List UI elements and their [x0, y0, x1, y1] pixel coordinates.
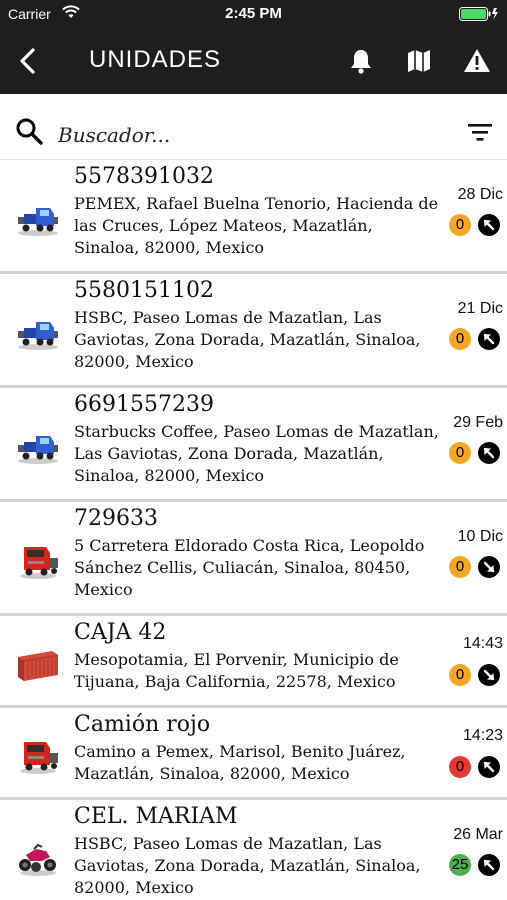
direction-arrow-icon	[478, 854, 500, 876]
direction-arrow-icon	[478, 664, 500, 686]
filter-icon[interactable]	[467, 122, 493, 142]
map-icon[interactable]	[404, 46, 434, 76]
unit-row[interactable]: Camión rojo Camino a Pemex, Marisol, Beni…	[0, 708, 507, 800]
unit-last-update: 10 Dic	[457, 528, 503, 545]
direction-arrow-icon	[478, 442, 500, 464]
unit-last-update: 29 Feb	[453, 414, 503, 431]
unit-row[interactable]: 5580151102 HSBC, Paseo Lomas de Mazatlan,…	[0, 274, 507, 388]
status-bar: Carrier 2:45 PM	[0, 0, 507, 28]
back-chevron-icon[interactable]	[14, 46, 42, 76]
unit-name: CEL. MARIAM	[74, 804, 238, 829]
unit-address: HSBC, Paseo Lomas de Mazatlan, Las Gavio…	[74, 834, 421, 897]
unit-row[interactable]: 5578391032 PEMEX, Rafael Buelna Tenorio, …	[0, 160, 507, 274]
event-count-badge: 0	[449, 328, 471, 350]
search-icon[interactable]	[14, 116, 44, 146]
unit-row[interactable]: CEL. MARIAM HSBC, Paseo Lomas de Mazatlan…	[0, 800, 507, 900]
truck-blue-icon	[16, 202, 60, 238]
unit-last-update: 21 Dic	[457, 300, 503, 317]
unit-last-update: 14:23	[462, 727, 503, 744]
warning-icon[interactable]	[462, 46, 492, 76]
event-count-badge: 0	[449, 556, 471, 578]
direction-arrow-icon	[478, 556, 500, 578]
app-header: UNIDADES	[0, 28, 507, 94]
unit-address: PEMEX, Rafael Buelna Tenorio, Hacienda d…	[74, 194, 439, 257]
bell-icon[interactable]	[346, 46, 376, 76]
direction-arrow-icon	[478, 328, 500, 350]
unit-address: HSBC, Paseo Lomas de Mazatlan, Las Gavio…	[74, 308, 421, 371]
unit-last-update: 26 Mar	[453, 826, 503, 843]
event-count-badge: 25	[449, 854, 471, 876]
unit-name: 6691557239	[74, 392, 214, 417]
truck-blue-icon	[16, 430, 60, 466]
unit-row[interactable]: 729633 5 Carretera Eldorado Costa Rica, L…	[0, 502, 507, 616]
search-bar	[0, 94, 507, 160]
unit-address: 5 Carretera Eldorado Costa Rica, Leopold…	[74, 536, 425, 599]
unit-row[interactable]: CAJA 42 Mesopotamia, El Porvenir, Municip…	[0, 616, 507, 708]
units-list: 5578391032 PEMEX, Rafael Buelna Tenorio, …	[0, 160, 507, 900]
unit-name: CAJA 42	[74, 620, 167, 645]
unit-name: 5580151102	[74, 278, 214, 303]
unit-address: Mesopotamia, El Porvenir, Municipio de T…	[74, 650, 399, 691]
unit-name: Camión rojo	[74, 712, 211, 737]
unit-name: 729633	[74, 506, 158, 531]
truck-blue-icon	[16, 316, 60, 352]
search-input[interactable]	[58, 120, 438, 150]
event-count-badge: 0	[449, 214, 471, 236]
container-icon	[16, 647, 60, 683]
unit-last-update: 14:43	[462, 635, 503, 652]
event-count-badge: 0	[449, 756, 471, 778]
event-count-badge: 0	[449, 442, 471, 464]
truck-red-icon	[16, 739, 60, 775]
event-count-badge: 0	[449, 664, 471, 686]
direction-arrow-icon	[478, 214, 500, 236]
atv-icon	[16, 841, 60, 877]
unit-address: Camino a Pemex, Marisol, Benito Juárez, …	[74, 742, 406, 783]
unit-name: 5578391032	[74, 164, 214, 189]
battery-icon	[459, 7, 498, 21]
unit-address: Starbucks Coffee, Paseo Lomas de Mazatla…	[74, 422, 439, 485]
unit-last-update: 28 Dic	[457, 186, 503, 203]
truck-red-icon	[16, 544, 60, 580]
clock: 2:45 PM	[225, 5, 282, 22]
direction-arrow-icon	[478, 756, 500, 778]
page-title: UNIDADES	[89, 46, 222, 73]
unit-row[interactable]: 6691557239 Starbucks Coffee, Paseo Lomas …	[0, 388, 507, 502]
